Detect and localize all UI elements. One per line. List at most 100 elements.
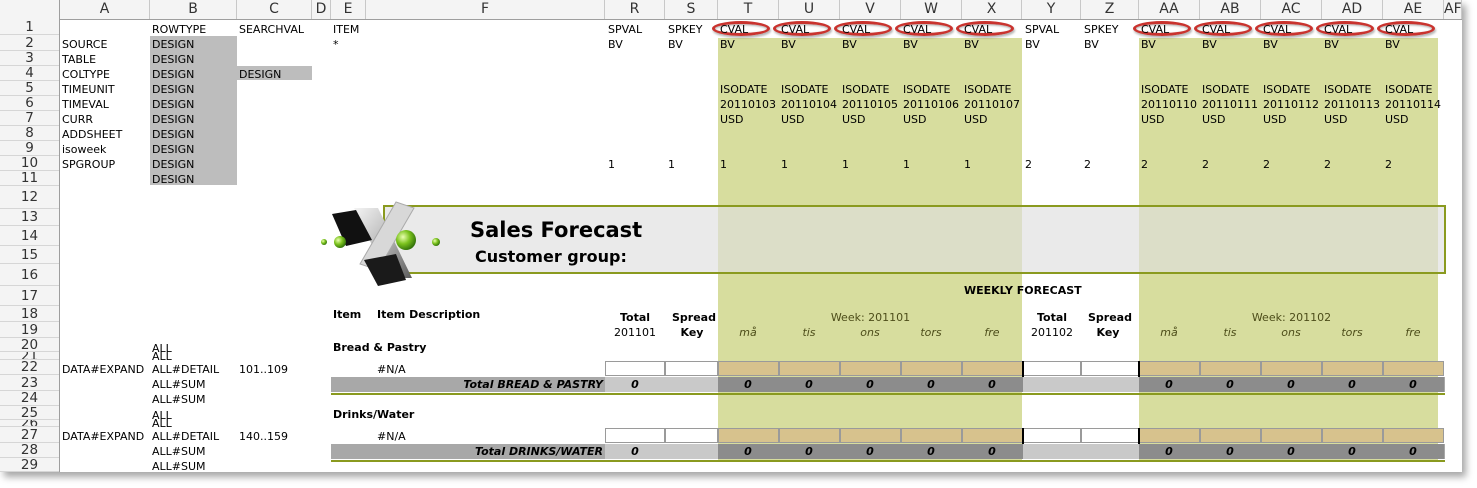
isodate-label: ISODATE	[1263, 83, 1311, 96]
row-header-5[interactable]: 5	[0, 81, 59, 96]
total-zero: 0	[866, 378, 874, 391]
day-input-cell[interactable]	[901, 361, 962, 376]
row-header-17[interactable]: 17	[0, 286, 59, 306]
column-header-t[interactable]: T	[718, 0, 779, 19]
column-header-aa[interactable]: AA	[1139, 0, 1200, 19]
day-input-cell[interactable]	[962, 361, 1023, 376]
day-input-cell[interactable]	[1200, 428, 1261, 443]
row-header-19[interactable]: 19	[0, 322, 59, 338]
day-input-cell[interactable]	[1322, 361, 1383, 376]
column-header-ac[interactable]: AC	[1261, 0, 1322, 19]
currency-value: USD	[842, 113, 866, 126]
rowtype-design-value: DESIGN	[152, 143, 195, 156]
spread-key-input-cell[interactable]	[1081, 428, 1139, 443]
spgroup-value: 1	[964, 158, 971, 171]
column-header-ad[interactable]: AD	[1322, 0, 1383, 19]
row-header-25[interactable]: 25	[0, 406, 59, 420]
column-header-r[interactable]: R	[605, 0, 665, 19]
row-header-3[interactable]: 3	[0, 51, 59, 66]
total-zero: 0	[927, 445, 935, 458]
column-header-af[interactable]: AF	[1444, 0, 1462, 19]
row-header-24[interactable]: 24	[0, 391, 59, 406]
column-header-w[interactable]: W	[901, 0, 962, 19]
searchval-range: 101..109	[239, 363, 288, 376]
day-input-cell[interactable]	[779, 428, 840, 443]
total-zero: 0	[1348, 445, 1356, 458]
row-header-8[interactable]: 8	[0, 126, 59, 141]
bv-value: BV	[964, 38, 979, 51]
row-header-12[interactable]: 12	[0, 186, 59, 209]
day-input-cell[interactable]	[718, 428, 779, 443]
date-value: 20110113	[1324, 98, 1380, 111]
row-header-23[interactable]: 23	[0, 375, 59, 391]
row-header-29[interactable]: 29	[0, 458, 59, 472]
total-header: Total	[619, 311, 651, 324]
column-header-e[interactable]: E	[331, 0, 366, 19]
bv-value: BV	[608, 38, 623, 51]
total-input-cell[interactable]	[1022, 361, 1081, 376]
row-header-21[interactable]: 21	[0, 352, 59, 360]
day-label: tors	[1341, 326, 1363, 339]
day-input-cell[interactable]	[1383, 428, 1444, 443]
day-input-cell[interactable]	[1139, 361, 1200, 376]
row-header-20[interactable]: 20	[0, 338, 59, 352]
bv-value: BV	[1141, 38, 1156, 51]
row-header-7[interactable]: 7	[0, 111, 59, 126]
row-header-16[interactable]: 16	[0, 264, 59, 286]
day-input-cell[interactable]	[962, 428, 1023, 443]
column-header-a[interactable]: A	[60, 0, 150, 19]
day-input-cell[interactable]	[901, 428, 962, 443]
row-header-22[interactable]: 22	[0, 360, 59, 375]
row-header-27[interactable]: 27	[0, 427, 59, 443]
spread-key-input-cell[interactable]	[665, 428, 718, 443]
rowtype-design-value: DESIGN	[152, 38, 195, 51]
column-header-c[interactable]: C	[237, 0, 312, 19]
row-header-13[interactable]: 13	[0, 209, 59, 226]
column-header-x[interactable]: X	[962, 0, 1022, 19]
day-input-cell[interactable]	[718, 361, 779, 376]
design-row-label: SPGROUP	[62, 158, 116, 171]
column-header-d[interactable]: D	[312, 0, 331, 19]
column-header-f[interactable]: F	[366, 0, 605, 19]
currency-value: USD	[1263, 113, 1287, 126]
total-input-cell[interactable]	[605, 361, 665, 376]
row-header-6[interactable]: 6	[0, 96, 59, 111]
day-input-cell[interactable]	[779, 361, 840, 376]
searchval-range: 140..159	[239, 430, 288, 443]
day-input-cell[interactable]	[1139, 428, 1200, 443]
column-header-v[interactable]: V	[840, 0, 901, 19]
row-header-9[interactable]: 9	[0, 141, 59, 156]
design-row-label: ADDSHEET	[62, 128, 123, 141]
day-input-cell[interactable]	[1322, 428, 1383, 443]
row-header-15[interactable]: 15	[0, 246, 59, 264]
spread-key-input-cell[interactable]	[1081, 361, 1139, 376]
rowtype-design-value: DESIGN	[152, 173, 195, 186]
total-input-cell[interactable]	[605, 428, 665, 443]
row-header-26[interactable]: 26	[0, 420, 59, 427]
row-header-14[interactable]: 14	[0, 226, 59, 246]
row-header-4[interactable]: 4	[0, 66, 59, 81]
row-header-28[interactable]: 28	[0, 443, 59, 458]
column-header-z[interactable]: Z	[1081, 0, 1139, 19]
spread-key-input-cell[interactable]	[665, 361, 718, 376]
column-header-y[interactable]: Y	[1022, 0, 1081, 19]
row-header-18[interactable]: 18	[0, 306, 59, 322]
column-header-u[interactable]: U	[779, 0, 840, 19]
day-input-cell[interactable]	[840, 428, 901, 443]
total-input-cell[interactable]	[1022, 428, 1081, 443]
row-header-2[interactable]: 2	[0, 35, 59, 51]
day-input-cell[interactable]	[1261, 361, 1322, 376]
cval-header: CVAL	[1263, 23, 1292, 36]
row-header-10[interactable]: 10	[0, 156, 59, 171]
column-header-ae[interactable]: AE	[1383, 0, 1444, 19]
day-input-cell[interactable]	[840, 361, 901, 376]
column-header-b[interactable]: B	[150, 0, 237, 19]
day-input-cell[interactable]	[1261, 428, 1322, 443]
day-input-cell[interactable]	[1383, 361, 1444, 376]
row-header-11[interactable]: 11	[0, 171, 59, 186]
column-header-s[interactable]: S	[665, 0, 718, 19]
day-label: tis	[802, 326, 816, 339]
day-input-cell[interactable]	[1200, 361, 1261, 376]
column-header-ab[interactable]: AB	[1200, 0, 1261, 19]
row-header-1[interactable]: 1	[0, 19, 59, 35]
